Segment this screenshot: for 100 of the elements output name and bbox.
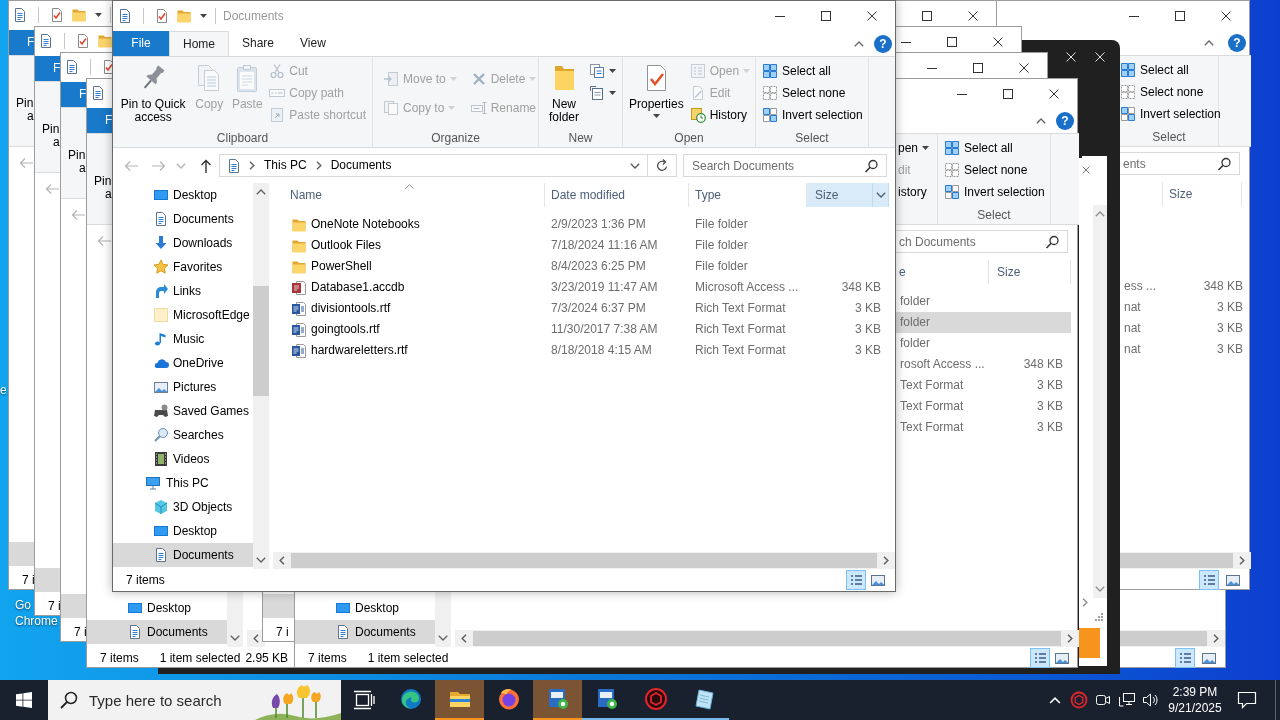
chevron-down-icon[interactable] [875, 192, 886, 198]
ribbon-button[interactable]: a [53, 136, 60, 149]
scrollbar-thumb[interactable] [473, 631, 1061, 646]
details-view-icon[interactable] [1175, 648, 1195, 668]
select-none-button[interactable]: Select none [1120, 81, 1218, 103]
maximize-icon[interactable] [973, 62, 983, 73]
chevron-right-icon[interactable] [883, 556, 889, 565]
file-tab[interactable]: F [87, 108, 113, 133]
search-field[interactable]: Search Documents [684, 155, 864, 176]
file-row[interactable]: Outlook Files 7/18/2024 11:16 AM File folder [273, 235, 895, 256]
folder-icon[interactable] [97, 33, 113, 49]
chevron-right-icon[interactable] [249, 161, 255, 170]
nav-item[interactable]: Links [113, 279, 253, 303]
nav-item[interactable]: Favorites [113, 255, 253, 279]
ribbon-button[interactable]: Pin [94, 175, 112, 188]
scrollbar-thumb[interactable] [253, 286, 269, 396]
caret-icon[interactable] [200, 14, 207, 18]
nav-item[interactable]: Desktop [295, 596, 435, 620]
chevron-down-icon[interactable] [438, 635, 448, 641]
chevron-left-icon[interactable] [279, 556, 285, 565]
maximize-icon[interactable] [821, 11, 831, 21]
file-row[interactable]: nat 3 KB [1120, 318, 1243, 339]
search-box[interactable]: ents [1120, 152, 1240, 175]
address-bar[interactable]: This PC Documents [219, 154, 677, 177]
invert-selection-button[interactable]: Invert selection [938, 181, 1050, 203]
checked-page-icon[interactable] [154, 8, 170, 24]
ribbon-tab[interactable]: Home [169, 31, 229, 56]
file-row[interactable]: nat 3 KB [1120, 339, 1243, 360]
chevron-right-icon[interactable] [1082, 598, 1088, 607]
checked-page-icon[interactable] [101, 59, 112, 75]
file-row[interactable]: Text Format 3 KB [896, 375, 1071, 396]
file-row[interactable]: rosoft Access ... 348 KB [896, 354, 1071, 375]
ribbon-tab[interactable]: View [287, 31, 339, 56]
history-button[interactable]: History [686, 104, 754, 126]
search-field[interactable]: Type here to search [78, 680, 255, 720]
select-all-button[interactable]: Select all [1120, 59, 1218, 81]
chevron-down-icon[interactable] [256, 557, 266, 563]
nav-item[interactable]: Documents [295, 620, 435, 644]
checked-page-icon[interactable] [75, 33, 91, 49]
chevron-right-icon[interactable] [1067, 634, 1073, 643]
nav-item[interactable]: Music [113, 327, 253, 351]
ribbon-button[interactable]: istory [896, 181, 937, 203]
nav-item[interactable]: Saved Games [113, 399, 253, 423]
nav-item[interactable]: OneDrive [113, 351, 253, 375]
caret-icon[interactable] [95, 13, 102, 17]
speaker-icon[interactable] [1142, 692, 1160, 708]
breadcrumb[interactable]: This PC [262, 158, 309, 173]
file-row[interactable]: OneNote Notebooks 2/9/2023 1:36 PM File folder [273, 214, 895, 235]
help-button[interactable]: ? [1228, 33, 1246, 52]
resize-grip-icon[interactable] [1094, 612, 1104, 622]
column-header[interactable]: Size [807, 183, 889, 207]
notification-icon[interactable] [1237, 691, 1257, 709]
nav-item[interactable]: Pictures [113, 375, 253, 399]
search-field[interactable]: ch Documents [896, 231, 1045, 252]
chevron-down-icon[interactable] [630, 162, 640, 169]
file-row[interactable]: Text Format 3 KB [896, 417, 1071, 438]
file-tab[interactable]: F [9, 30, 35, 55]
maximize-icon[interactable] [1003, 88, 1013, 99]
column-header[interactable]: Name [273, 183, 545, 207]
help-button[interactable]: ? [874, 34, 892, 53]
select-all-button[interactable]: Select all [759, 60, 866, 82]
close-icon[interactable] [1019, 62, 1029, 73]
ribbon-button[interactable]: pen [896, 137, 937, 159]
file-tab[interactable]: F [61, 82, 87, 107]
maximize-icon[interactable] [1175, 10, 1185, 21]
maximize-icon[interactable] [922, 10, 932, 21]
maximize-icon[interactable] [947, 36, 957, 47]
file-row[interactable]: divisiontools.rtf 7/3/2024 6:37 PM Rich Text Format 3 KB [273, 298, 895, 319]
camera-icon[interactable] [1094, 692, 1112, 708]
search-box[interactable]: Type here to search [48, 680, 341, 720]
nav-item[interactable]: Documents [113, 543, 253, 567]
chevron-right-icon[interactable] [1239, 556, 1245, 565]
file-row[interactable]: ess ... 348 KB [1120, 276, 1243, 297]
refresh-icon[interactable] [654, 157, 670, 174]
pin-button[interactable]: Pin to Quick access [116, 57, 191, 124]
select-none-button[interactable]: Select none [759, 82, 866, 104]
properties-button[interactable]: Properties [626, 57, 687, 122]
column-header[interactable]: Date modified [545, 183, 689, 207]
task-view-icon[interactable] [352, 690, 375, 710]
ribbon-button[interactable]: Pin [68, 149, 86, 162]
column-header[interactable]: Size [1163, 182, 1242, 206]
file-row[interactable]: folder [896, 291, 1071, 312]
ribbon-button[interactable]: Pin [16, 97, 34, 110]
clock-date[interactable]: 9/21/2025 [1168, 700, 1222, 716]
column-header[interactable]: Size [989, 260, 1071, 284]
nav-item[interactable]: Desktop [87, 596, 227, 620]
clock-time[interactable]: 2:39 PM [1172, 684, 1218, 700]
file-row[interactable]: hardwareletters.rtf 8/18/2018 4:15 AM Rich Text Format 3 KB [273, 340, 895, 361]
close-icon[interactable] [1049, 88, 1059, 99]
select-none-button[interactable]: Select none [938, 159, 1050, 181]
close-icon[interactable] [993, 36, 1003, 47]
chevron-right-icon[interactable] [315, 161, 322, 170]
file-tab[interactable]: F [35, 56, 61, 81]
help-button[interactable]: ? [1056, 111, 1074, 130]
nav-item[interactable]: Desktop [113, 183, 253, 207]
nav-item[interactable]: Documents [113, 207, 253, 231]
new-folder-button[interactable]: New folder [542, 57, 586, 124]
up-arrow-icon[interactable] [198, 157, 214, 174]
scrollbar-thumb[interactable] [291, 553, 877, 568]
chevron-left-icon[interactable] [461, 634, 467, 643]
